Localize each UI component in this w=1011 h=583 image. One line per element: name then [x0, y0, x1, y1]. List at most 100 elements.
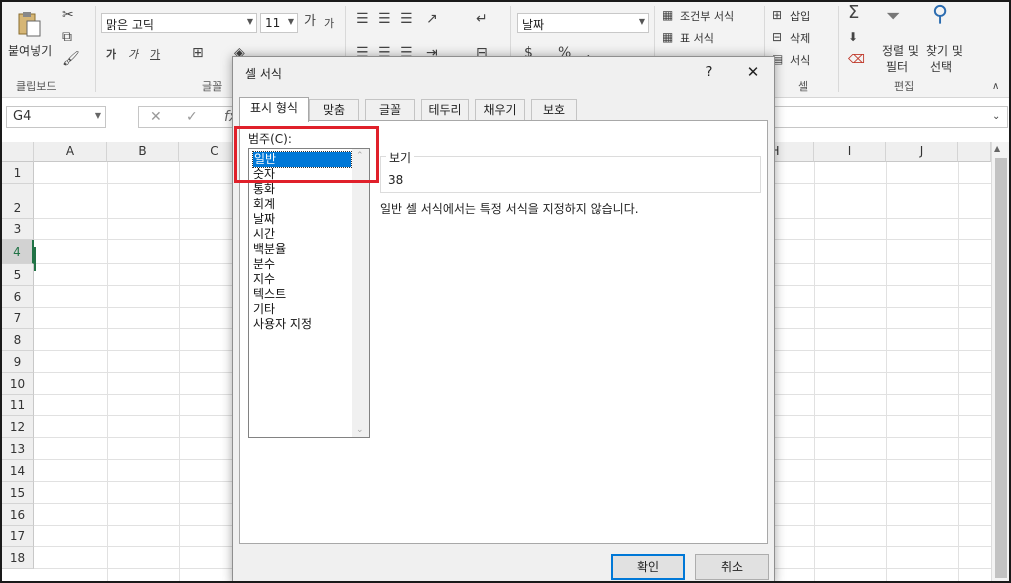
column-header[interactable] [958, 142, 991, 162]
category-item[interactable]: 기타 [253, 302, 275, 317]
cells-group-label: 셀 [798, 80, 809, 93]
column-header[interactable]: I [814, 142, 886, 162]
conditional-format-button[interactable]: 조건부 서식 [680, 8, 734, 24]
category-item[interactable]: 분수 [253, 257, 275, 272]
close-button[interactable]: ✕ [743, 63, 763, 81]
name-box-value: G4 [13, 109, 32, 124]
tab-fill[interactable]: 채우기 [475, 99, 525, 121]
orientation-icon[interactable]: ↗ [426, 12, 438, 26]
category-item[interactable]: 날짜 [253, 212, 275, 227]
vertical-scrollbar[interactable]: ▲ [991, 142, 1009, 581]
scroll-thumb[interactable] [995, 158, 1007, 578]
collapse-ribbon-icon[interactable]: ∧ [992, 80, 999, 94]
autosum-icon[interactable]: Σ [848, 4, 859, 22]
category-item[interactable]: 백분율 [253, 242, 286, 257]
sample-label: 보기 [386, 149, 415, 166]
row-header[interactable]: 15 [2, 482, 34, 504]
fill-down-icon[interactable]: ⬇ [848, 30, 858, 44]
row-header[interactable]: 6 [2, 286, 34, 308]
column-header[interactable]: A [34, 142, 107, 162]
expand-formula-icon[interactable]: ⌄ [992, 110, 1000, 124]
delete-cells-icon: ⊟ [772, 30, 783, 44]
font-size-combo[interactable]: 11 ▼ [260, 13, 298, 33]
category-item[interactable]: 사용자 지정 [253, 317, 312, 332]
chevron-down-icon: ▼ [246, 17, 253, 26]
row-header[interactable]: 13 [2, 438, 34, 460]
table-format-icon: ▦ [662, 30, 674, 44]
align-bottom-icon[interactable]: ☰ [400, 12, 413, 26]
clear-icon[interactable]: ⌫ [848, 52, 865, 66]
row-header[interactable]: 9 [2, 351, 34, 373]
row-header[interactable]: 7 [2, 308, 34, 329]
ok-button[interactable]: 확인 [611, 554, 685, 580]
category-list[interactable]: 일반 숫자 통화 회계 날짜 시간 백분율 분수 지수 텍스트 기타 사용자 지정 ⌃ ⌄ [248, 148, 370, 438]
insert-cells-button[interactable]: 삽입 [790, 8, 810, 24]
category-item[interactable]: 지수 [253, 272, 275, 287]
row-header[interactable]: 10 [2, 373, 34, 395]
format-painter-icon[interactable]: 🖌 [62, 52, 80, 66]
conditional-format-icon: ▦ [662, 8, 674, 22]
row-header[interactable]: 14 [2, 460, 34, 482]
table-format-button[interactable]: 표 서식 [680, 30, 714, 46]
font-size-value: 11 [265, 16, 281, 30]
row-header[interactable]: 5 [2, 264, 34, 286]
paste-icon[interactable] [16, 10, 42, 38]
align-top-icon[interactable]: ☰ [356, 12, 369, 26]
cancel-button[interactable]: 취소 [695, 554, 769, 580]
row-header[interactable]: 4 [2, 240, 34, 264]
bold-icon[interactable]: 가 [106, 48, 116, 62]
row-header[interactable]: 18 [2, 547, 34, 569]
category-list-scrollbar[interactable]: ⌃ ⌄ [352, 149, 369, 437]
wrap-text-icon[interactable]: ↵ [476, 12, 488, 26]
active-cell-indicator [34, 247, 36, 271]
delete-cells-button[interactable]: 삭제 [790, 30, 810, 46]
category-item[interactable]: 통화 [253, 182, 275, 197]
tab-protection[interactable]: 보호 [531, 99, 577, 121]
name-box[interactable]: G4 ▼ [6, 106, 106, 128]
grow-font-icon[interactable]: 가 [304, 15, 316, 29]
row-header[interactable]: 17 [2, 526, 34, 547]
column-header[interactable]: J [886, 142, 958, 162]
paste-button[interactable]: 붙여넣기 [8, 42, 52, 59]
row-header[interactable]: 3 [2, 219, 34, 240]
scroll-up-icon[interactable]: ▲ [994, 144, 1000, 153]
row-header[interactable]: 16 [2, 504, 34, 526]
format-cells-button[interactable]: 서식 [790, 52, 810, 68]
row-header[interactable]: 2 [2, 184, 34, 219]
chevron-down-icon: ▼ [638, 17, 645, 26]
number-format-combo[interactable]: 날짜 ▼ [517, 13, 649, 33]
font-name-combo[interactable]: 맑은 고딕 ▼ [101, 13, 257, 33]
category-item[interactable]: 회계 [253, 197, 275, 212]
copy-icon[interactable]: ⧉ [62, 30, 72, 44]
find-select-icon[interactable]: ⚲ [932, 4, 948, 26]
align-middle-icon[interactable]: ☰ [378, 12, 391, 26]
category-item[interactable]: 텍스트 [253, 287, 286, 302]
sort-filter-button-line2[interactable]: 필터 [886, 58, 908, 75]
gridline [179, 162, 180, 581]
help-button[interactable]: ? [699, 65, 719, 80]
italic-icon[interactable]: 가 [128, 48, 138, 62]
sort-filter-icon[interactable]: ⏷ [886, 8, 900, 26]
tab-number[interactable]: 표시 형식 [239, 97, 309, 122]
clipboard-group-label: 클립보드 [16, 80, 57, 93]
find-select-button[interactable]: 찾기 및 [926, 42, 963, 59]
underline-icon[interactable]: 가 [150, 48, 160, 62]
row-header[interactable]: 1 [2, 162, 34, 184]
row-header[interactable]: 11 [2, 395, 34, 416]
column-header[interactable]: B [107, 142, 179, 162]
dialog-title: 셀 서식 [245, 67, 282, 81]
tab-alignment[interactable]: 맞춤 [309, 99, 359, 121]
tab-border[interactable]: 테두리 [421, 99, 469, 121]
shrink-font-icon[interactable]: 가 [324, 17, 334, 31]
excel-window: 붙여넣기 ✂ ⧉ 🖌 클립보드 맑은 고딕 ▼ 11 ▼ 가 가 가 가 가 ⊞ ◈… [0, 0, 1011, 583]
border-icon[interactable]: ⊞ [192, 46, 204, 60]
sort-filter-button[interactable]: 정렬 및 [882, 42, 919, 59]
category-item[interactable]: 시간 [253, 227, 275, 242]
row-header[interactable]: 12 [2, 416, 34, 438]
chevron-down-icon[interactable]: ⌄ [356, 425, 364, 435]
cut-icon[interactable]: ✂ [62, 8, 74, 22]
row-header[interactable]: 8 [2, 329, 34, 351]
select-all-corner[interactable] [2, 142, 34, 162]
find-select-button-line2[interactable]: 선택 [930, 58, 952, 75]
tab-font[interactable]: 글꼴 [365, 99, 415, 121]
